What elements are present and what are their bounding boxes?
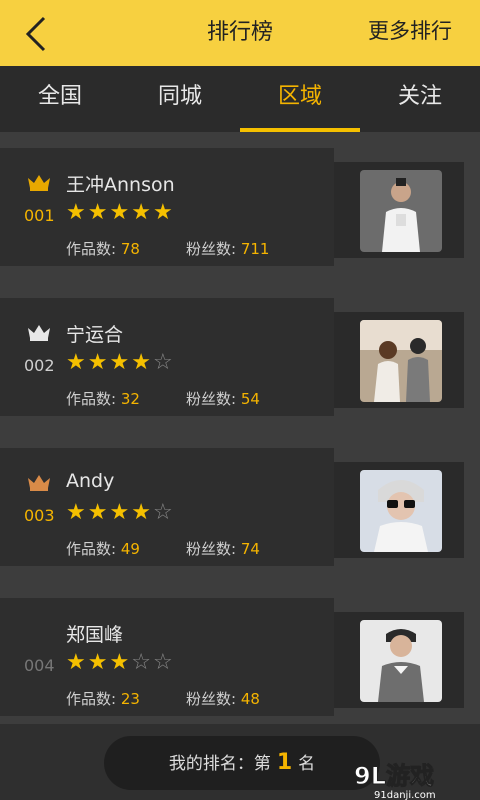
star-filled-icon: ★ xyxy=(66,350,88,375)
star-filled-icon: ★ xyxy=(87,500,110,525)
tab-bar: 全国 同城 区域 关注 xyxy=(0,66,480,132)
my-rank-value: 1 xyxy=(276,750,293,775)
my-rank-suffix: 名 xyxy=(298,754,316,774)
star-filled-icon: ★ xyxy=(109,500,132,525)
svg-text:91danji.com: 91danji.com xyxy=(374,790,436,800)
avatar[interactable] xyxy=(360,470,442,552)
list-item[interactable]: 004 郑国峰 ★★★☆☆ 作品数: 23 粉丝数: 48 xyxy=(0,582,480,732)
fans-count: 711 xyxy=(240,240,270,258)
star-filled-icon: ★ xyxy=(66,650,88,675)
fans-label: 粉丝数 xyxy=(186,240,232,258)
rank-number: 001 xyxy=(24,206,55,225)
works-label: 作品数 xyxy=(66,240,112,258)
bronze-crown-icon xyxy=(28,475,50,491)
tab-following[interactable]: 关注 xyxy=(360,66,480,132)
star-empty-icon: ☆ xyxy=(152,350,175,375)
bottom-bar: 我的排名：第 1 名 9L游戏 91danji.com xyxy=(0,724,480,800)
user-name: 宁运合 xyxy=(66,324,124,346)
rank-number: 002 xyxy=(24,356,55,375)
star-filled-icon: ★ xyxy=(109,350,132,375)
gold-crown-icon xyxy=(28,175,50,191)
works-count: 49 xyxy=(120,540,140,558)
works-label: 作品数 xyxy=(66,390,112,408)
star-filled-icon: ★ xyxy=(87,650,110,675)
rank-number: 003 xyxy=(24,506,55,525)
stats: 作品数: 49 粉丝数: 74 xyxy=(66,540,260,558)
watermark-logo: 9L游戏 91danji.com xyxy=(354,762,436,800)
star-empty-icon: ☆ xyxy=(131,650,153,675)
list-item[interactable]: 002 宁运合 ★★★★☆ 作品数: 32 粉丝数: 54 xyxy=(0,282,480,432)
fans-count: 54 xyxy=(240,390,260,408)
star-filled-icon: ★ xyxy=(66,200,88,225)
more-rankings-button[interactable]: 更多排行 xyxy=(368,0,452,66)
star-empty-icon: ☆ xyxy=(152,500,175,525)
works-label: 作品数 xyxy=(66,690,112,708)
star-filled-icon: ★ xyxy=(109,200,132,225)
star-filled-icon: ★ xyxy=(87,350,110,375)
user-name: 王冲Annson xyxy=(66,174,175,196)
star-filled-icon: ★ xyxy=(66,500,88,525)
svg-text:9L游戏: 9L游戏 xyxy=(354,762,434,790)
list-item[interactable]: 001 王冲Annson ★★★★★ 作品数: 78 粉丝数: 711 xyxy=(0,132,480,282)
my-rank-text: 我的排名：第 1 名 xyxy=(104,736,380,790)
stats: 作品数: 78 粉丝数: 711 xyxy=(66,240,270,258)
avatar[interactable] xyxy=(360,620,442,702)
works-count: 78 xyxy=(120,240,140,258)
works-count: 32 xyxy=(120,390,140,408)
user-name: 郑国峰 xyxy=(66,624,124,646)
star-rating: ★★★★☆ xyxy=(66,350,175,375)
tab-same-city[interactable]: 同城 xyxy=(120,66,240,132)
star-filled-icon: ★ xyxy=(131,350,153,375)
star-filled-icon: ★ xyxy=(109,650,132,675)
my-rank-pill: 我的排名：第 1 名 xyxy=(104,736,380,790)
fans-label: 粉丝数 xyxy=(186,690,232,708)
works-count: 23 xyxy=(120,690,140,708)
star-filled-icon: ★ xyxy=(87,200,110,225)
tab-region[interactable]: 区域 xyxy=(240,66,360,132)
star-filled-icon: ★ xyxy=(131,200,153,225)
ranking-list: 001 王冲Annson ★★★★★ 作品数: 78 粉丝数: 711 002 … xyxy=(0,132,480,800)
fans-count: 74 xyxy=(240,540,260,558)
tab-national[interactable]: 全国 xyxy=(0,66,120,132)
fans-label: 粉丝数 xyxy=(186,540,232,558)
stats: 作品数: 32 粉丝数: 54 xyxy=(66,390,260,408)
list-item[interactable]: 003 Andy ★★★★☆ 作品数: 49 粉丝数: 74 xyxy=(0,432,480,582)
my-rank-prefix: 我的排名：第 xyxy=(168,754,271,774)
star-filled-icon: ★ xyxy=(152,200,175,225)
star-empty-icon: ☆ xyxy=(152,650,175,675)
rank-number: 004 xyxy=(24,656,55,675)
top-app-bar: 排行榜 更多排行 xyxy=(0,0,480,66)
works-label: 作品数 xyxy=(66,540,112,558)
user-name: Andy xyxy=(66,470,115,492)
star-filled-icon: ★ xyxy=(131,500,153,525)
avatar[interactable] xyxy=(360,170,442,252)
fans-count: 48 xyxy=(240,690,260,708)
fans-label: 粉丝数 xyxy=(186,390,232,408)
stats: 作品数: 23 粉丝数: 48 xyxy=(66,690,260,708)
avatar[interactable] xyxy=(360,320,442,402)
star-rating: ★★★☆☆ xyxy=(66,650,175,675)
star-rating: ★★★★★ xyxy=(66,200,175,225)
star-rating: ★★★★☆ xyxy=(66,500,175,525)
silver-crown-icon xyxy=(28,325,50,341)
